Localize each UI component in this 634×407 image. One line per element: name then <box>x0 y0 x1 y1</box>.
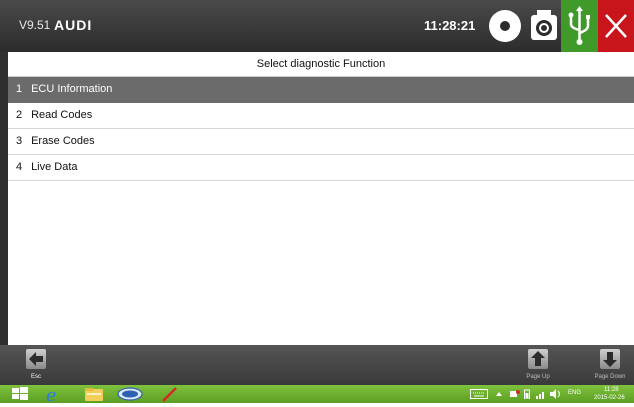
folder-icon <box>85 388 103 401</box>
taskbar-internet-explorer[interactable]: e <box>40 385 68 406</box>
pen-icon <box>162 387 177 402</box>
clock: 11:28:21 <box>424 18 476 33</box>
svg-text:e: e <box>46 386 57 402</box>
record-button[interactable] <box>483 0 527 52</box>
page-down-button[interactable]: Page Down <box>588 345 632 385</box>
version-label: V9.51 <box>19 18 51 32</box>
battery-icon[interactable] <box>524 389 530 399</box>
function-list: 1 ECU Information 2 Read Codes 3 Erase C… <box>8 77 634 181</box>
esc-label: Esc <box>30 374 41 380</box>
show-hidden-icons-icon[interactable] <box>496 391 502 397</box>
page-down-label: Page Down <box>594 374 626 380</box>
item-label: ECU Information <box>31 83 113 95</box>
taskbar-time: 11:28 <box>604 387 619 393</box>
item-number: 2 <box>16 109 23 121</box>
volume-icon[interactable] <box>550 389 562 399</box>
start-button[interactable] <box>10 386 30 402</box>
usb-icon <box>568 6 590 45</box>
page-up-label: Page Up <box>526 374 550 380</box>
left-edge <box>0 52 8 345</box>
windows-taskbar: e ENG 11:28 2015-02-26 <box>0 385 634 406</box>
record-dot <box>500 21 510 31</box>
item-number: 1 <box>16 83 23 95</box>
usb-button[interactable] <box>561 0 598 52</box>
taskbar-pen-tool[interactable] <box>156 386 184 402</box>
taskbar-diagnostic-app[interactable] <box>116 386 144 402</box>
esc-button[interactable]: Esc <box>14 345 58 385</box>
windows-logo-icon <box>12 387 28 400</box>
back-arrow-icon <box>26 349 46 369</box>
up-arrow-icon <box>528 349 548 369</box>
item-label: Erase Codes <box>31 135 95 147</box>
page-title: Select diagnostic Function <box>8 52 634 77</box>
network-warning-icon[interactable] <box>510 389 520 399</box>
screenshot-button[interactable] <box>527 0 561 52</box>
item-label: Read Codes <box>31 109 93 121</box>
list-item-live-data[interactable]: 4 Live Data <box>8 155 634 181</box>
page-up-button[interactable]: Page Up <box>516 345 560 385</box>
item-number: 3 <box>16 135 23 147</box>
signal-icon[interactable] <box>536 389 546 399</box>
down-arrow-icon <box>600 349 620 369</box>
list-item-ecu-information[interactable]: 1 ECU Information <box>8 77 634 103</box>
close-icon <box>605 14 627 38</box>
close-button[interactable] <box>598 0 634 52</box>
camera-icon <box>531 10 557 40</box>
vehicle-brand: AUDI <box>54 17 93 33</box>
list-item-erase-codes[interactable]: 3 Erase Codes <box>8 129 634 155</box>
item-label: Live Data <box>31 161 78 173</box>
bottom-toolbar: Esc Page Up Page Down <box>0 345 634 385</box>
internet-explorer-icon: e <box>46 385 57 406</box>
item-number: 4 <box>16 161 23 173</box>
language-indicator[interactable]: ENG <box>568 390 581 396</box>
title-bar: V9.51 AUDI 11:28:21 <box>0 0 634 52</box>
list-item-read-codes[interactable]: 2 Read Codes <box>8 103 634 129</box>
taskbar-date: 2015-02-26 <box>594 395 625 401</box>
keyboard-icon[interactable] <box>470 389 488 399</box>
taskbar-file-explorer[interactable] <box>80 386 108 402</box>
app-badge-icon <box>117 387 143 401</box>
